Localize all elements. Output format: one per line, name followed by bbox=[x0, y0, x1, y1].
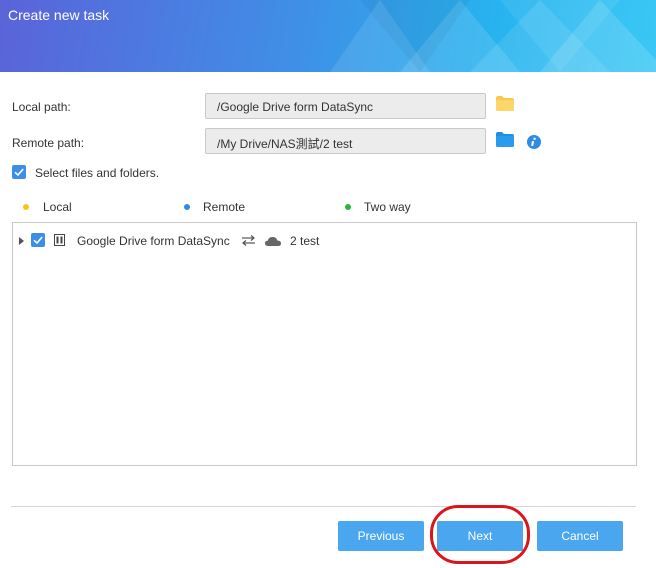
tree-row-source-name: Google Drive form DataSync bbox=[77, 234, 230, 248]
expand-arrow-icon[interactable] bbox=[19, 237, 24, 245]
remote-path-field[interactable]: /My Drive/NAS測試/2 test bbox=[205, 128, 486, 154]
select-files-checkbox[interactable] bbox=[12, 165, 26, 179]
previous-button[interactable]: Previous bbox=[338, 521, 424, 551]
local-path-label: Local path: bbox=[12, 100, 71, 114]
legend-two-way-dot bbox=[345, 204, 351, 210]
next-button-highlight-ring bbox=[430, 505, 530, 564]
legend-local-label: Local bbox=[43, 200, 72, 214]
legend-remote-label: Remote bbox=[203, 200, 246, 214]
cancel-button[interactable]: Cancel bbox=[537, 521, 623, 551]
dialog-title: Create new task bbox=[8, 7, 110, 23]
tree-row-checkbox[interactable] bbox=[31, 233, 45, 247]
remote-folder-icon[interactable] bbox=[496, 132, 514, 152]
legend-remote-dot bbox=[184, 204, 190, 210]
footer-divider bbox=[11, 506, 636, 507]
checkmark-icon bbox=[33, 236, 43, 245]
cloud-icon bbox=[265, 237, 281, 246]
tree-row-target-name: 2 test bbox=[290, 234, 320, 248]
checkmark-icon bbox=[14, 168, 24, 177]
legend-two-way-label: Two way bbox=[364, 200, 411, 214]
local-folder-icon[interactable] bbox=[496, 96, 514, 116]
two-way-sync-icon[interactable] bbox=[242, 235, 255, 246]
local-path-field[interactable]: /Google Drive form DataSync bbox=[205, 93, 486, 119]
tree-row[interactable]: Google Drive form DataSync 2 test bbox=[13, 231, 636, 251]
folder-tree-panel[interactable]: Google Drive form DataSync 2 test bbox=[12, 222, 637, 466]
info-icon[interactable] bbox=[527, 135, 541, 154]
select-files-label: Select files and folders. bbox=[35, 166, 160, 180]
nas-device-icon bbox=[54, 234, 65, 246]
dialog-header: Create new task bbox=[0, 0, 656, 72]
remote-path-label: Remote path: bbox=[12, 136, 85, 150]
legend-local-dot bbox=[23, 204, 29, 210]
